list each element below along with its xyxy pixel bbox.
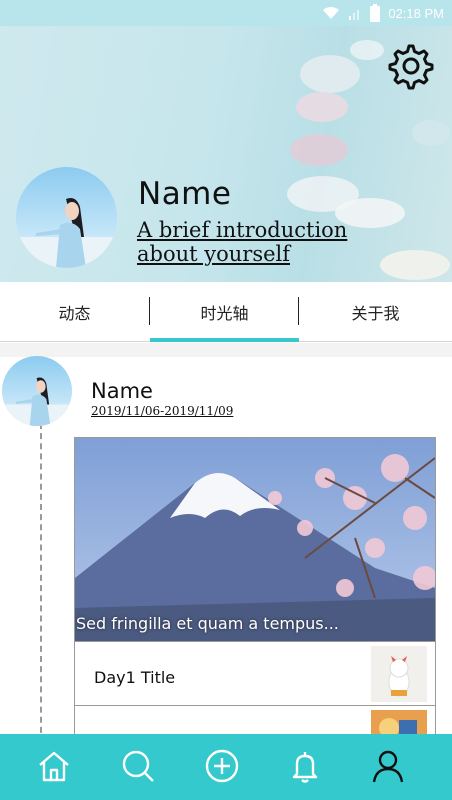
cover-photo[interactable]: Sed fringilla et quam a tempus... [75, 438, 435, 641]
profile-avatar[interactable] [16, 167, 117, 268]
tab-timeline[interactable]: 时光轴 [150, 282, 299, 342]
post-date-range[interactable]: 2019/11/06-2019/11/09 [91, 404, 233, 418]
bell-icon[interactable] [285, 746, 325, 786]
day-thumbnail [371, 646, 427, 702]
search-icon[interactable] [118, 746, 158, 786]
tab-about-me[interactable]: 关于我 [299, 282, 452, 342]
status-bar: 02:18 PM [0, 0, 452, 26]
cover-caption: Sed fringilla et quam a tempus... [76, 614, 339, 633]
profile-header: 02:18 PM Name A brief introduction about… [0, 0, 452, 282]
active-tab-indicator [150, 338, 299, 342]
timeline-dashed-line [40, 423, 42, 734]
battery-icon [370, 4, 381, 22]
section-spacer [0, 343, 452, 357]
add-icon[interactable] [202, 746, 242, 786]
post-author-name: Name [91, 379, 153, 403]
timeline-card[interactable]: Sed fringilla et quam a tempus... Day1 T… [74, 437, 436, 734]
post-avatar[interactable] [2, 356, 72, 426]
timeline-content: Name 2019/11/06-2019/11/09 Sed fringilla… [0, 343, 452, 734]
settings-gear-icon[interactable] [387, 42, 435, 90]
decor-pebble [290, 134, 348, 166]
home-icon[interactable] [34, 746, 74, 786]
profile-name: Name [138, 176, 232, 212]
tab-bar: 动态 时光轴 关于我 [0, 282, 452, 342]
day-title: Day1 Title [94, 668, 176, 687]
day-thumbnail [371, 710, 427, 734]
decor-pebble [412, 120, 450, 146]
day-entry-row[interactable]: Day1 Title [75, 641, 435, 705]
decor-pebble [350, 40, 384, 60]
signal-icon [348, 6, 362, 20]
profile-icon[interactable] [368, 746, 408, 786]
decor-pebble [300, 55, 360, 93]
status-time: 02:18 PM [388, 5, 444, 21]
wifi-icon [322, 6, 340, 20]
decor-pebble [296, 92, 348, 122]
profile-intro[interactable]: A brief introduction about yourself [137, 218, 412, 266]
bottom-navigation [0, 734, 452, 800]
tab-dynamics[interactable]: 动态 [0, 282, 149, 342]
day-entry-row[interactable] [75, 705, 435, 734]
